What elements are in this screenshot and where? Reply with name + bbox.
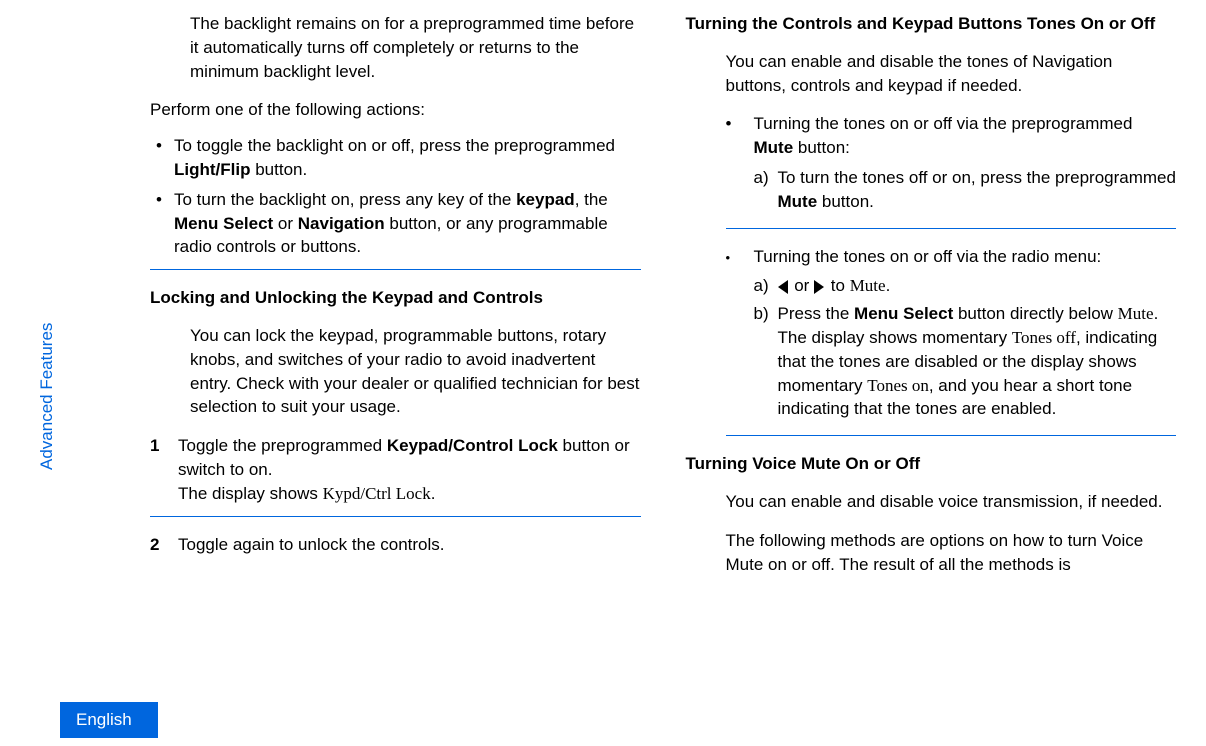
- sub-step-text: or to Mute.: [778, 274, 1177, 298]
- bullet-icon: •: [726, 112, 754, 217]
- sub-step-letter: a): [754, 274, 778, 298]
- sub-step-text: To turn the tones off or on, press the p…: [778, 166, 1177, 214]
- sub-step-text: Press the Menu Select button directly be…: [778, 302, 1177, 421]
- tones-intro: You can enable and disable the tones of …: [726, 50, 1177, 98]
- list-item: • To toggle the backlight on or off, pre…: [150, 134, 641, 182]
- step-text: Toggle again to unlock the controls.: [178, 533, 641, 557]
- method-list: • Turning the tones on or off via the ra…: [726, 245, 1177, 426]
- divider: [726, 228, 1177, 229]
- divider: [150, 516, 641, 517]
- step-number: 1: [150, 434, 178, 505]
- list-item: • Turning the tones on or off via the pr…: [726, 112, 1177, 217]
- bullet-icon: •: [150, 134, 174, 182]
- method-list: • Turning the tones on or off via the pr…: [726, 112, 1177, 217]
- sub-step-letter: b): [754, 302, 778, 421]
- right-column: Turning the Controls and Keypad Buttons …: [686, 0, 1177, 746]
- sub-step-item: b) Press the Menu Select button directly…: [754, 302, 1177, 421]
- section-heading: Locking and Unlocking the Keypad and Con…: [150, 286, 641, 310]
- steps-list: 1 Toggle the preprogrammed Keypad/Contro…: [150, 434, 641, 505]
- sub-step-item: a) or to Mute.: [754, 274, 1177, 298]
- page-content: The backlight remains on for a preprogra…: [0, 0, 1206, 746]
- voice-intro: You can enable and disable voice transmi…: [726, 490, 1177, 514]
- divider: [726, 435, 1177, 436]
- list-item-body: Turning the tones on or off via the radi…: [754, 245, 1177, 426]
- step-number: 2: [150, 533, 178, 557]
- step-item: 1 Toggle the preprogrammed Keypad/Contro…: [150, 434, 641, 505]
- list-item-text: To turn the backlight on, press any key …: [174, 188, 641, 259]
- step-text: Toggle the preprogrammed Keypad/Control …: [178, 434, 641, 505]
- steps-list: 2 Toggle again to unlock the controls.: [150, 533, 641, 557]
- list-item: • To turn the backlight on, press any ke…: [150, 188, 641, 259]
- voice-para: The following methods are options on how…: [726, 529, 1177, 577]
- list-item-text: To toggle the backlight on or off, press…: [174, 134, 641, 182]
- left-arrow-icon: [778, 280, 788, 294]
- lock-intro: You can lock the keypad, programmable bu…: [190, 324, 641, 419]
- right-arrow-icon: [814, 280, 824, 294]
- sub-steps-list: a) To turn the tones off or on, press th…: [754, 166, 1177, 214]
- sub-step-item: a) To turn the tones off or on, press th…: [754, 166, 1177, 214]
- list-item: • Turning the tones on or off via the ra…: [726, 245, 1177, 426]
- divider: [150, 269, 641, 270]
- language-tab: English: [60, 702, 158, 738]
- step-item: 2 Toggle again to unlock the controls.: [150, 533, 641, 557]
- backlight-note: The backlight remains on for a preprogra…: [190, 12, 641, 83]
- bullet-icon: •: [150, 188, 174, 259]
- sub-steps-list: a) or to Mute. b) Press the Menu Select …: [754, 274, 1177, 421]
- list-item-body: Turning the tones on or off via the prep…: [754, 112, 1177, 217]
- perform-intro: Perform one of the following actions:: [150, 98, 641, 122]
- bullet-icon: •: [726, 245, 754, 426]
- left-column: The backlight remains on for a preprogra…: [150, 0, 641, 746]
- sub-step-letter: a): [754, 166, 778, 214]
- section-heading: Turning the Controls and Keypad Buttons …: [686, 12, 1177, 36]
- section-heading: Turning Voice Mute On or Off: [686, 452, 1177, 476]
- actions-list: • To toggle the backlight on or off, pre…: [150, 134, 641, 259]
- section-label: Advanced Features: [35, 323, 59, 470]
